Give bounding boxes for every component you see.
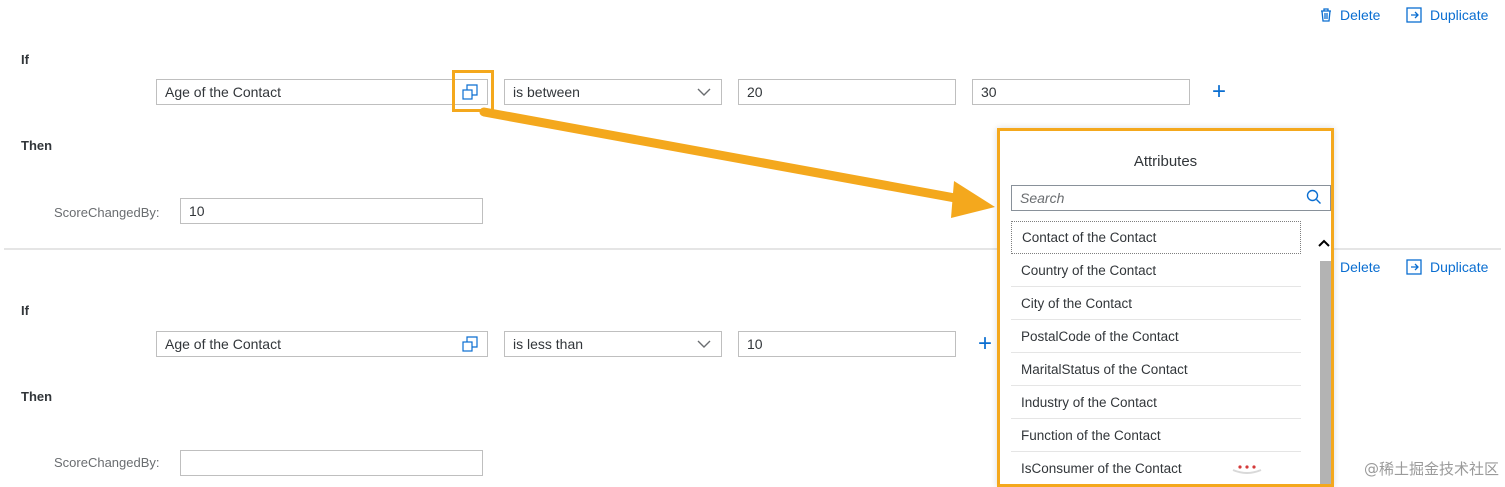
list-item-label: Function of the Contact bbox=[1021, 427, 1161, 443]
list-item-label: PostalCode of the Contact bbox=[1021, 328, 1179, 344]
list-item[interactable]: Function of the Contact bbox=[1011, 419, 1301, 452]
list-item-label: MaritalStatus of the Contact bbox=[1021, 361, 1188, 377]
watermark: @稀土掘金技术社区 bbox=[1363, 460, 1499, 478]
search-icon[interactable] bbox=[1306, 189, 1322, 208]
list-item-label: Country of the Contact bbox=[1021, 262, 1157, 278]
list-item[interactable]: PostalCode of the Contact bbox=[1011, 320, 1301, 353]
search-placeholder: Search bbox=[1020, 190, 1065, 206]
scrollbar-thumb[interactable] bbox=[1320, 261, 1331, 484]
more-dots-icon bbox=[1232, 465, 1262, 474]
scroll-up-icon[interactable] bbox=[1318, 235, 1330, 251]
list-item[interactable]: City of the Contact bbox=[1011, 287, 1301, 320]
list-item-label: City of the Contact bbox=[1021, 295, 1133, 311]
search-input[interactable]: Search bbox=[1011, 185, 1331, 211]
list-item[interactable]: IsConsumer of the Contact bbox=[1011, 452, 1301, 484]
list-item[interactable]: MaritalStatus of the Contact bbox=[1011, 353, 1301, 386]
list-item-label: IsConsumer of the Contact bbox=[1021, 460, 1182, 476]
list-item-label: Contact of the Contact bbox=[1022, 230, 1157, 245]
list-item[interactable]: Industry of the Contact bbox=[1011, 386, 1301, 419]
attributes-popup: Attributes Search Contact of the Contact… bbox=[997, 128, 1334, 487]
list-item[interactable]: Country of the Contact bbox=[1011, 254, 1301, 287]
attribute-list: Contact of the Contact Country of the Co… bbox=[1011, 221, 1301, 484]
list-item-label: Industry of the Contact bbox=[1021, 394, 1157, 410]
popup-title: Attributes bbox=[1133, 153, 1198, 170]
list-item[interactable]: Contact of the Contact bbox=[1011, 221, 1301, 254]
